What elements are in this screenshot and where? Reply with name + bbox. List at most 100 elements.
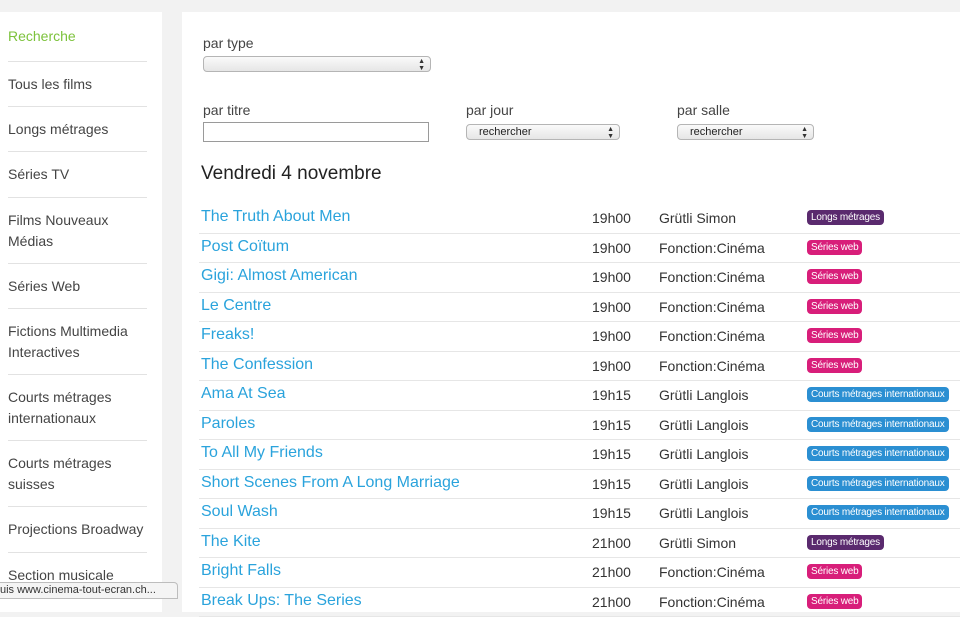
film-title-link[interactable]: Short Scenes From A Long Marriage [201, 474, 460, 492]
schedule-row: The Confession 19h00 Fonction:Cinéma Séries… [199, 352, 960, 382]
sidebar-item[interactable]: Longs métrages [8, 107, 147, 152]
schedule-row: Soul Wash19h15Grütli LangloisCourts métr… [199, 499, 960, 529]
sidebar-item-label: Projections Broadway [8, 519, 143, 540]
screening-venue: Grütli Langlois [659, 476, 749, 492]
category-badge[interactable]: Courts métrages internationaux [807, 505, 949, 520]
status-bar: uis www.cinema-tout-ecran.ch... [0, 582, 178, 599]
category-badge[interactable]: Séries web [807, 564, 862, 579]
screening-venue: Grütli Langlois [659, 505, 749, 521]
room-filter-label: par salle [677, 102, 730, 118]
screening-time: 21h00 [592, 564, 631, 580]
film-title-link[interactable]: Break Ups: The Series [201, 592, 362, 610]
film-title-link[interactable]: The Kite [201, 533, 261, 551]
room-select[interactable]: rechercher ▲▼ [677, 124, 814, 140]
screening-time: 19h00 [592, 299, 631, 315]
film-title-link[interactable]: Freaks! [201, 326, 254, 344]
screening-venue: Fonction:Cinéma [659, 564, 765, 580]
screening-time: 19h15 [592, 387, 631, 403]
category-badge[interactable]: Longs métrages [807, 210, 884, 225]
schedule-row: Le Centre 19h00 Fonction:Cinéma Séries web [199, 293, 960, 323]
schedule-row: The Kite 21h00 Grütli Simon Longs métrages [199, 529, 960, 559]
film-title-link[interactable]: The Truth About Men [201, 208, 350, 226]
day-select[interactable]: rechercher ▲▼ [466, 124, 620, 140]
sidebar-item-label: Courts métrages suisses [8, 453, 147, 495]
sidebar-item[interactable]: Fictions Multimedia Interactives [8, 309, 147, 375]
sidebar-item[interactable]: Recherche [8, 12, 147, 62]
main-panel: par type ▲▼ par titre par jour recherche… [182, 12, 960, 612]
film-title-link[interactable]: Le Centre [201, 297, 271, 315]
screening-venue: Grütli Simon [659, 535, 736, 551]
film-title-link[interactable]: Paroles [201, 415, 255, 433]
sidebar-item[interactable]: Tous les films [8, 62, 147, 107]
type-select[interactable]: ▲▼ [203, 56, 431, 72]
day-heading: Vendredi 4 novembre [201, 163, 382, 185]
category-badge[interactable]: Séries web [807, 594, 862, 609]
screening-time: 19h15 [592, 417, 631, 433]
film-title-link[interactable]: To All My Friends [201, 444, 323, 462]
sidebar-item-label: Films Nouveaux Médias [8, 210, 147, 252]
category-badge[interactable]: Séries web [807, 328, 862, 343]
screening-time: 19h15 [592, 476, 631, 492]
room-select-value: rechercher [690, 126, 743, 138]
sidebar: Recherche Tous les films Longs métrages Sér… [0, 12, 162, 612]
screening-venue: Fonction:Cinéma [659, 358, 765, 374]
screening-time: 21h00 [592, 535, 631, 551]
schedule-row: Short Scenes From A Long Marriage 19h15 Gr… [199, 470, 960, 500]
film-title-link[interactable]: Gigi: Almost American [201, 267, 358, 285]
screening-venue: Grütli Langlois [659, 417, 749, 433]
schedule-row: The Truth About Men19h00Grütli SimonLong… [199, 204, 960, 234]
sidebar-item-label: Fictions Multimedia Interactives [8, 321, 147, 363]
sidebar-item[interactable]: Courts métrages internationaux [8, 375, 147, 441]
screening-venue: Fonction:Cinéma [659, 240, 765, 256]
sidebar-item[interactable]: Courts métrages suisses [8, 441, 147, 507]
film-title-link[interactable]: Post Coïtum [201, 238, 289, 256]
screening-venue: Grütli Simon [659, 210, 736, 226]
select-arrows-icon: ▲▼ [607, 125, 614, 140]
screening-time: 19h00 [592, 240, 631, 256]
schedule-list: The Truth About Men 19h00 Grütli Simon Long… [199, 204, 960, 617]
sidebar-item[interactable]: Projections Broadway [8, 507, 147, 553]
screening-venue: Fonction:Cinéma [659, 328, 765, 344]
schedule-row: Break Ups: The Series 21h00 Fonction:Ciném… [199, 588, 960, 617]
day-select-value: rechercher [479, 126, 532, 138]
sidebar-item-label: Tous les films [8, 74, 92, 95]
sidebar-item-label: Recherche [8, 26, 76, 47]
film-title-link[interactable]: Ama At Sea [201, 385, 286, 403]
schedule-row: Paroles 19h15 Grütli Langlois Courts métrag… [199, 411, 960, 441]
sidebar-item[interactable]: Films Nouveaux Médias [8, 198, 147, 264]
screening-venue: Fonction:Cinéma [659, 269, 765, 285]
category-badge[interactable]: Courts métrages internationaux [807, 417, 949, 432]
category-badge[interactable]: Séries web [807, 240, 862, 255]
category-badge[interactable]: Séries web [807, 269, 862, 284]
screening-time: 19h00 [592, 269, 631, 285]
category-badge[interactable]: Séries web [807, 358, 862, 373]
select-arrows-icon: ▲▼ [418, 57, 425, 72]
screening-time: 21h00 [592, 594, 631, 610]
screening-venue: Fonction:Cinéma [659, 594, 765, 610]
sidebar-item-label: Longs métrages [8, 119, 108, 140]
schedule-row: Freaks! 19h00 Fonction:Cinéma Séries web [199, 322, 960, 352]
sidebar-item[interactable]: Séries Web [8, 264, 147, 309]
category-badge[interactable]: Courts métrages internationaux [807, 476, 949, 491]
screening-venue: Grütli Langlois [659, 387, 749, 403]
schedule-row: To All My Friends19h15Grütli LangloisCou… [199, 440, 960, 470]
type-filter-label: par type [203, 35, 254, 51]
schedule-row: Bright Falls 21h00 Fonction:Cinéma Séries w… [199, 558, 960, 588]
day-filter-label: par jour [466, 102, 513, 118]
schedule-row: Post Coïtum 19h00 Fonction:Cinéma Séries we… [199, 234, 960, 264]
film-title-link[interactable]: The Confession [201, 356, 313, 374]
screening-venue: Fonction:Cinéma [659, 299, 765, 315]
screening-time: 19h00 [592, 328, 631, 344]
title-search-input[interactable] [203, 122, 429, 142]
category-badge[interactable]: Séries web [807, 299, 862, 314]
category-badge[interactable]: Longs métrages [807, 535, 884, 550]
screening-time: 19h00 [592, 358, 631, 374]
select-arrows-icon: ▲▼ [801, 125, 808, 140]
category-badge[interactable]: Courts métrages internationaux [807, 387, 949, 402]
film-title-link[interactable]: Bright Falls [201, 562, 281, 580]
category-badge[interactable]: Courts métrages internationaux [807, 446, 949, 461]
sidebar-item[interactable]: Séries TV [8, 152, 147, 198]
film-title-link[interactable]: Soul Wash [201, 503, 278, 521]
title-filter-label: par titre [203, 102, 250, 118]
schedule-row: Gigi: Almost American 19h00 Fonction:Ciném… [199, 263, 960, 293]
